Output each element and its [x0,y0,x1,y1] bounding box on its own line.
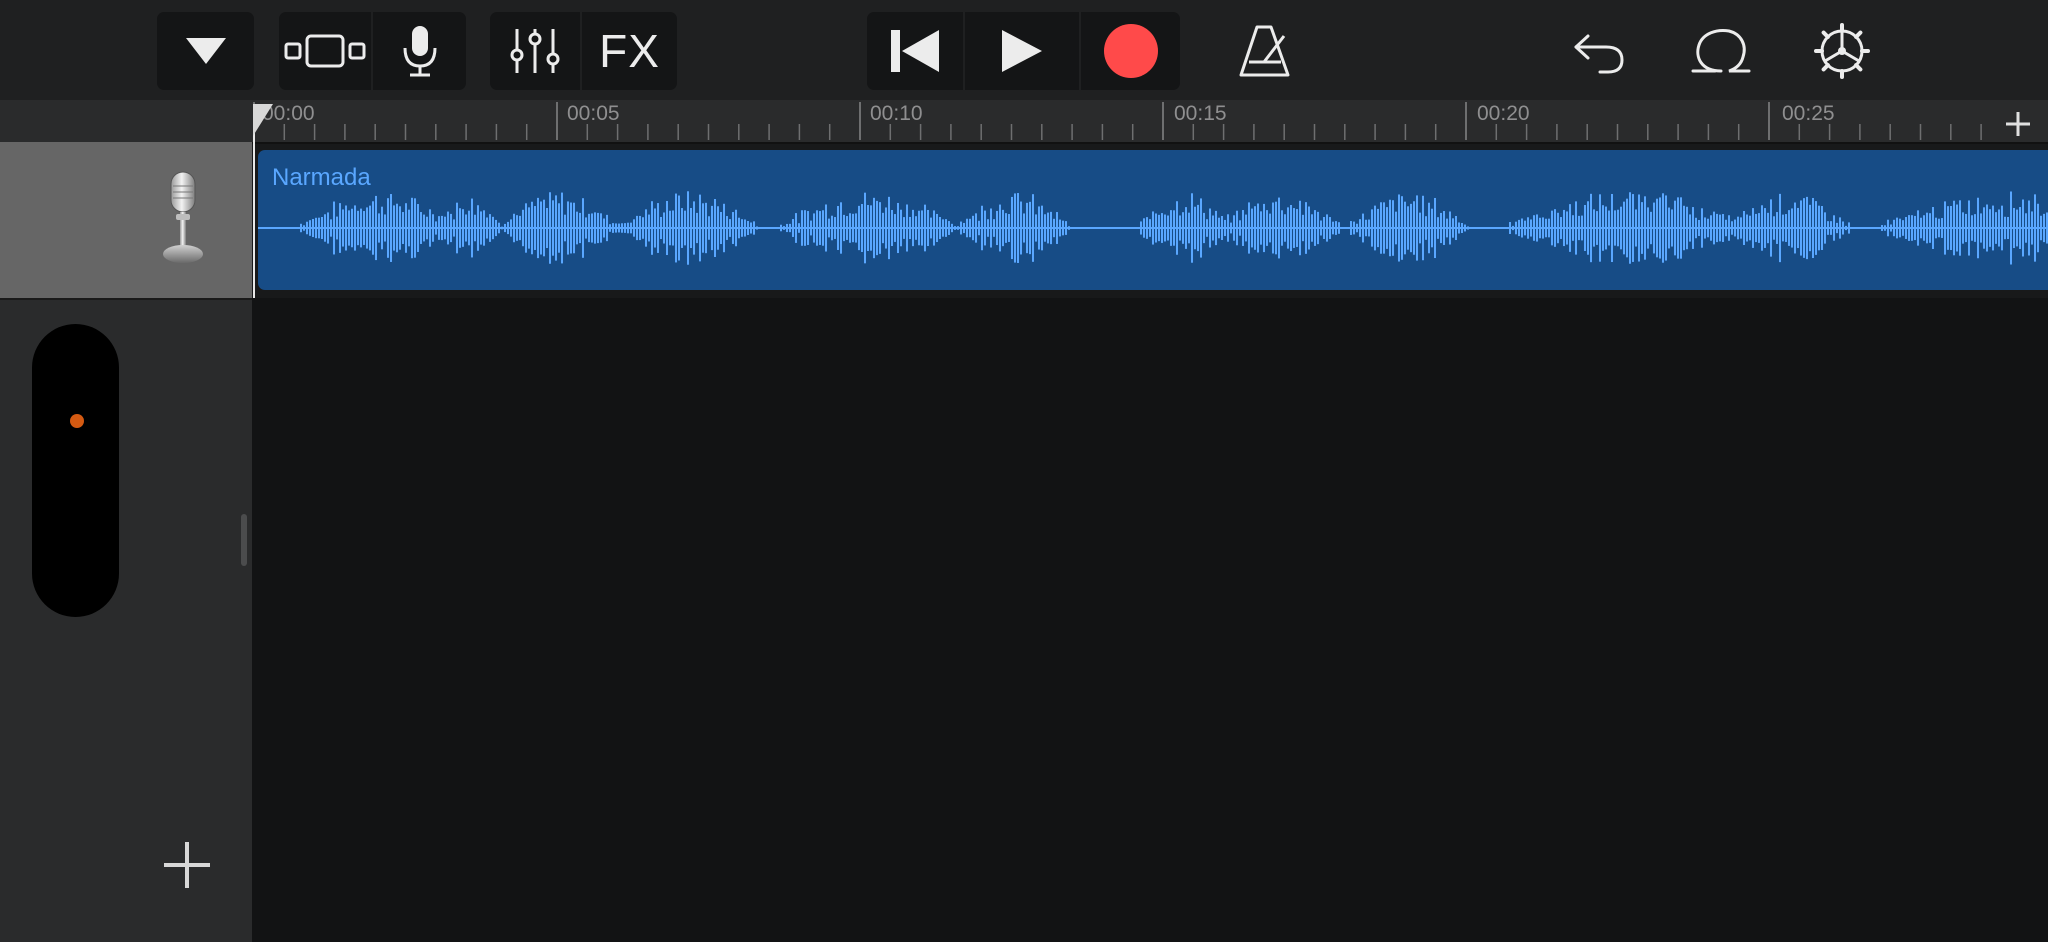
ruler-label: 00:15 [1174,102,1227,125]
instrument-button[interactable] [371,12,466,90]
fx-button[interactable]: FX [580,12,677,90]
plus-icon [2006,112,2030,136]
mixer-button[interactable] [490,12,580,90]
transport-group [867,12,1180,90]
track-header[interactable] [0,142,252,300]
go-to-beginning-button[interactable] [867,12,963,90]
view-group [279,12,466,90]
sliders-icon [510,29,560,73]
volume-slider[interactable] [32,324,119,617]
undo-button[interactable] [1566,12,1632,90]
gear-icon [1814,23,1870,79]
metronome-button[interactable] [1232,12,1298,90]
waveform [258,191,2048,265]
browser-button[interactable] [279,12,371,90]
plus-icon [164,842,210,888]
add-section-button[interactable] [2002,100,2034,142]
triangle-down-icon [185,38,226,64]
settings-button[interactable] [1809,12,1875,90]
loop-icon [1691,29,1751,73]
timeline-ruler[interactable]: 00:00 00:05 00:10 00:15 00:20 00:25 [252,100,2048,144]
play-icon [1002,30,1042,72]
record-button[interactable] [1079,12,1180,90]
ruler-ticks [253,102,1982,140]
add-track-button[interactable] [162,840,212,890]
microphone-icon [403,26,436,77]
ruler-label: 00:10 [870,102,923,125]
play-button[interactable] [963,12,1079,90]
microphone-icon [163,171,203,263]
record-icon [1103,24,1158,78]
ruler-label: 00:05 [567,102,620,125]
undo-icon [1574,34,1624,74]
ruler-label: 00:25 [1782,102,1835,125]
audio-region[interactable]: Narmada [258,150,2048,290]
browser-view-icon [284,34,366,68]
navigation-group [157,12,254,90]
playhead-handle[interactable] [252,102,274,138]
ruler-label: 00:20 [1477,102,1530,125]
header-resize-handle[interactable] [241,514,247,566]
fx-label: FX [599,25,660,77]
my-songs-button[interactable] [157,12,254,90]
skip-back-icon [891,30,939,72]
mix-group: FX [490,12,677,90]
metronome-icon [1239,25,1290,77]
control-bar: FX [0,0,2048,100]
loop-browser-button[interactable] [1688,12,1754,90]
volume-indicator-dot [70,414,84,428]
